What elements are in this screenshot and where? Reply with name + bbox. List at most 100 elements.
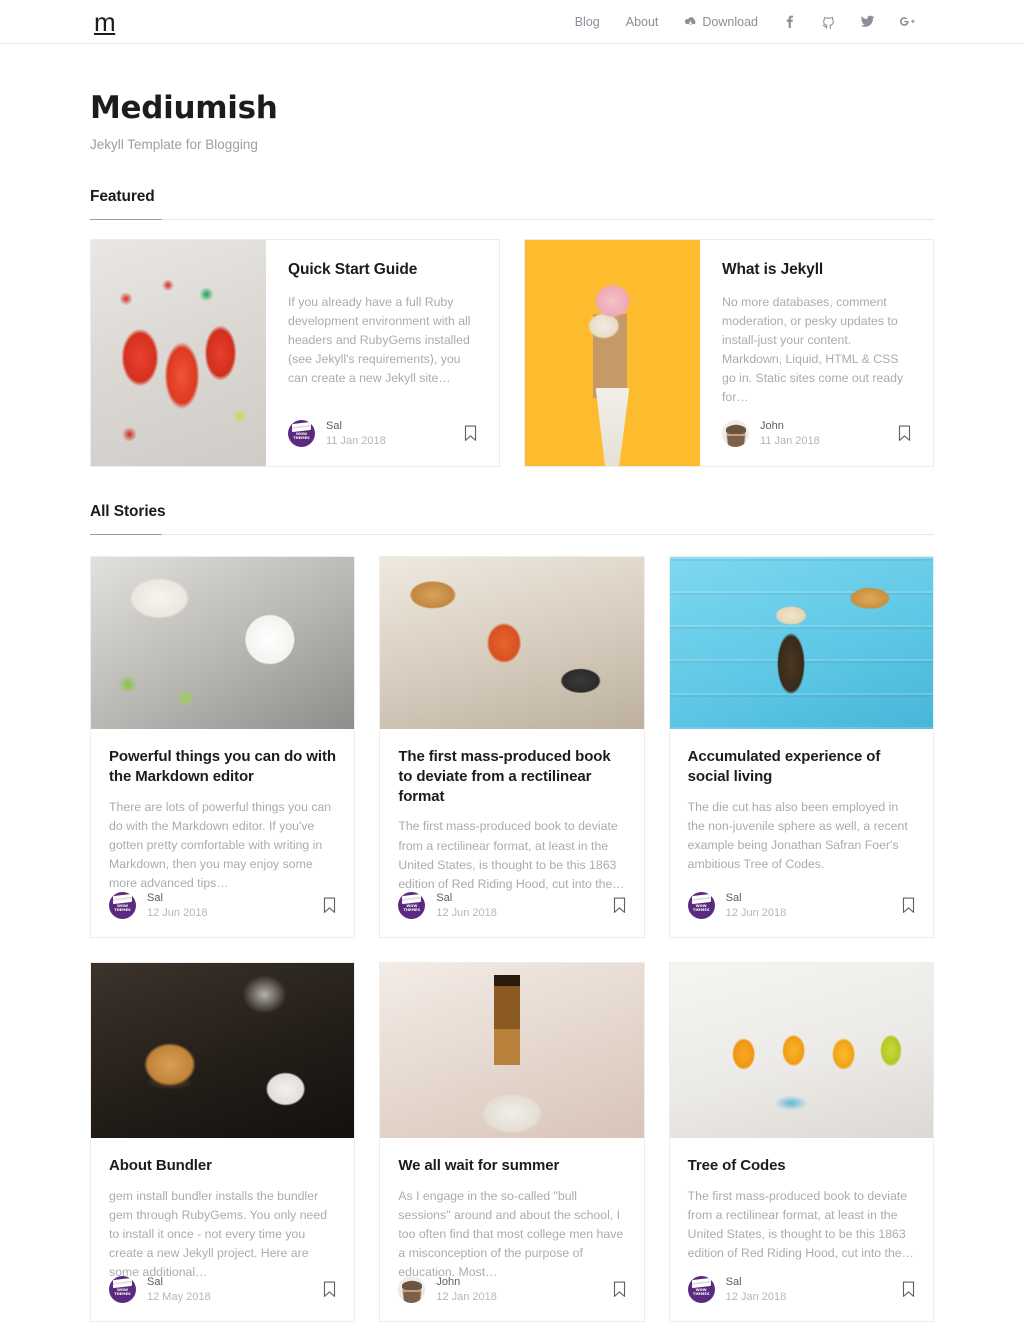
post-date: 12 May 2018 bbox=[147, 1290, 211, 1303]
story-card-body: The first mass-produced book to deviate … bbox=[380, 729, 643, 891]
wow-themes-avatar bbox=[109, 1276, 136, 1303]
author-name: Sal bbox=[436, 892, 453, 905]
bookmark-icon[interactable] bbox=[898, 425, 911, 442]
ice-cream-cone-photo bbox=[525, 240, 700, 466]
bookmark-icon[interactable] bbox=[902, 1281, 915, 1298]
author-info: Sal 12 Jun 2018 bbox=[147, 892, 208, 918]
post-date: 12 Jun 2018 bbox=[147, 906, 208, 919]
story-card-title[interactable]: About Bundler bbox=[109, 1156, 336, 1176]
featured-card-body: Quick Start Guide If you already have a … bbox=[266, 240, 499, 466]
story-card-body: We all wait for summer As I engage in th… bbox=[380, 1138, 643, 1279]
post-date: 12 Jan 2018 bbox=[725, 1290, 787, 1303]
author-name: John bbox=[436, 1276, 461, 1289]
coffee-latte-photo bbox=[91, 557, 355, 729]
cloud-download-icon bbox=[684, 16, 697, 27]
featured-card[interactable]: Quick Start Guide If you already have a … bbox=[90, 239, 500, 467]
story-card[interactable]: Tree of Codes The first mass-produced bo… bbox=[668, 962, 934, 1322]
site-logo[interactable]: m bbox=[94, 9, 116, 35]
author-info: Sal 12 May 2018 bbox=[147, 1276, 211, 1302]
featured-card-excerpt: No more databases, comment moderation, o… bbox=[722, 295, 904, 405]
nav-link-blog[interactable]: Blog bbox=[562, 15, 613, 29]
story-card[interactable]: Powerful things you can do with the Mark… bbox=[90, 556, 356, 938]
story-card-title[interactable]: The first mass-produced book to deviate … bbox=[398, 747, 625, 806]
featured-card-meta: John 11 Jan 2018 bbox=[722, 420, 911, 466]
page-subtitle: Jekyll Template for Blogging bbox=[90, 137, 258, 152]
featured-card[interactable]: What is Jekyll No more databases, commen… bbox=[524, 239, 934, 467]
wow-themes-avatar bbox=[288, 420, 315, 447]
story-card-meta: John 12 Jan 2018 bbox=[380, 1258, 643, 1321]
story-card-title[interactable]: Accumulated experience of social living bbox=[688, 747, 915, 787]
story-card[interactable]: Accumulated experience of social living … bbox=[668, 556, 934, 938]
bookmark-icon[interactable] bbox=[902, 897, 915, 914]
featured-card-title[interactable]: Quick Start Guide bbox=[288, 260, 477, 280]
story-card-meta: Sal 12 Jun 2018 bbox=[380, 874, 643, 937]
featured-card-title[interactable]: What is Jekyll bbox=[722, 260, 911, 280]
story-card-title[interactable]: Powerful things you can do with the Mark… bbox=[109, 747, 336, 787]
post-date: 11 Jan 2018 bbox=[760, 434, 820, 447]
story-card-excerpt: The first mass-produced book to deviate … bbox=[687, 1188, 914, 1261]
author-name: Sal bbox=[326, 420, 342, 433]
story-card-body: Powerful things you can do with the Mark… bbox=[91, 729, 354, 890]
twitter-icon[interactable] bbox=[848, 14, 887, 29]
page-content: Mediumish Jekyll Template for Blogging F… bbox=[0, 90, 1024, 1322]
iced-coffee-blue-wood-photo bbox=[669, 557, 933, 729]
bookmark-icon[interactable] bbox=[323, 1281, 336, 1298]
page-title: Mediumish bbox=[90, 90, 278, 126]
cocktails-photo bbox=[91, 240, 266, 466]
section-divider bbox=[90, 219, 934, 220]
bookmark-icon[interactable] bbox=[613, 1281, 626, 1298]
john-photo-avatar bbox=[722, 420, 749, 447]
bookmark-icon[interactable] bbox=[323, 897, 336, 914]
story-card-meta: Sal 12 Jun 2018 bbox=[670, 874, 933, 937]
burger-dinner-photo bbox=[91, 963, 355, 1138]
facebook-icon[interactable] bbox=[771, 15, 809, 29]
story-card-body: Tree of Codes The first mass-produced bo… bbox=[670, 1138, 933, 1260]
all-stories-section-title: All Stories bbox=[90, 503, 166, 520]
featured-section-title: Featured bbox=[90, 188, 155, 205]
story-card-meta: Sal 12 Jun 2018 bbox=[91, 874, 354, 937]
story-card[interactable]: We all wait for summer As I engage in th… bbox=[379, 962, 645, 1322]
post-date: 12 Jan 2018 bbox=[436, 1290, 497, 1303]
nav-link-download[interactable]: Download bbox=[671, 15, 771, 29]
post-date: 11 Jan 2018 bbox=[326, 434, 386, 447]
post-date: 12 Jun 2018 bbox=[725, 906, 787, 919]
all-stories-section: All Stories Powerful things you can do w… bbox=[90, 503, 934, 1322]
author-info: Sal 12 Jun 2018 bbox=[436, 892, 497, 918]
featured-section: Featured Quick Start Guide If you alread… bbox=[90, 188, 934, 467]
story-card-excerpt: The die cut has also been employed in th… bbox=[687, 799, 908, 872]
github-icon[interactable] bbox=[809, 14, 848, 29]
story-card[interactable]: About Bundler gem install bundler instal… bbox=[90, 962, 356, 1322]
author-name: Sal bbox=[725, 892, 742, 905]
featured-card-body: What is Jekyll No more databases, commen… bbox=[700, 240, 933, 466]
mimosa-glasses-photo bbox=[669, 963, 933, 1138]
author-info: John 12 Jan 2018 bbox=[436, 1276, 497, 1302]
story-card-title[interactable]: We all wait for summer bbox=[398, 1156, 625, 1176]
author-info: Sal 12 Jun 2018 bbox=[726, 892, 787, 918]
nav-link-about-label: About bbox=[625, 14, 659, 29]
story-card-body: About Bundler gem install bundler instal… bbox=[91, 1138, 354, 1279]
wow-themes-avatar bbox=[398, 892, 426, 919]
author-name: Sal bbox=[725, 1276, 742, 1289]
top-navbar: m Blog About Download bbox=[0, 0, 1024, 44]
author-info: John 11 Jan 2018 bbox=[760, 420, 820, 446]
wow-themes-avatar bbox=[687, 892, 715, 919]
bookmark-icon[interactable] bbox=[464, 425, 477, 442]
wow-themes-avatar bbox=[109, 892, 136, 919]
nav-link-blog-label: Blog bbox=[574, 14, 600, 29]
author-name: Sal bbox=[147, 892, 163, 905]
story-card-meta: Sal 12 May 2018 bbox=[91, 1258, 354, 1321]
author-info: Sal 11 Jan 2018 bbox=[326, 420, 386, 446]
stories-grid-row-2: About Bundler gem install bundler instal… bbox=[90, 962, 934, 1322]
author-name: John bbox=[760, 420, 784, 433]
nav-links-group: Blog About Download bbox=[562, 14, 928, 29]
story-card-title[interactable]: Tree of Codes bbox=[688, 1156, 915, 1176]
author-name: Sal bbox=[147, 1276, 163, 1289]
john-photo-avatar bbox=[398, 1276, 426, 1303]
story-card-body: Accumulated experience of social living … bbox=[670, 729, 933, 874]
nav-link-about[interactable]: About bbox=[613, 15, 672, 29]
bookmark-icon[interactable] bbox=[613, 897, 626, 914]
google-plus-icon[interactable] bbox=[887, 15, 928, 28]
featured-card-excerpt: If you already have a full Ruby developm… bbox=[288, 295, 471, 386]
nav-link-download-label: Download bbox=[702, 14, 758, 29]
story-card[interactable]: The first mass-produced book to deviate … bbox=[379, 556, 645, 938]
